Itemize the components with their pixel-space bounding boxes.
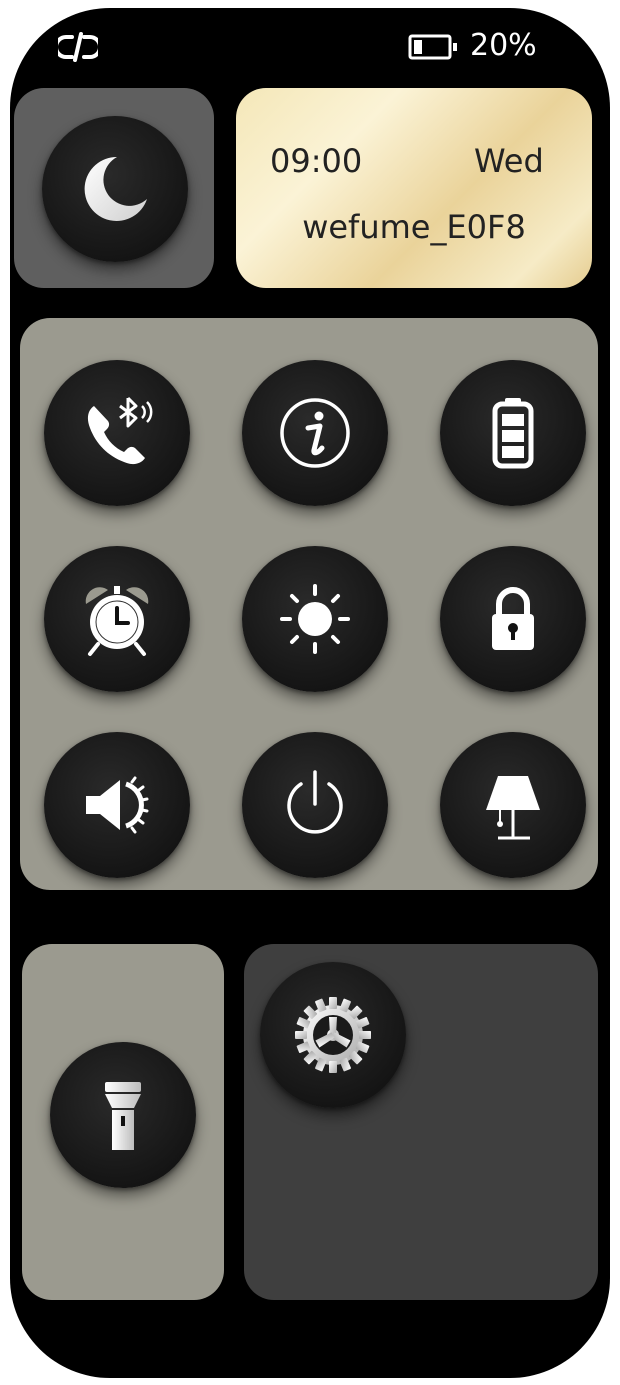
gear-icon (285, 987, 381, 1083)
lamp-icon (468, 760, 558, 850)
brightness-icon (270, 574, 360, 664)
battery-button[interactable] (440, 360, 586, 506)
clock-tile (236, 88, 592, 288)
lock-icon (468, 574, 558, 664)
clock-time: 09:00 (270, 142, 363, 180)
info-icon (270, 388, 360, 478)
flashlight-icon (78, 1070, 168, 1160)
brightness-button[interactable] (242, 546, 388, 692)
volume-button[interactable] (44, 732, 190, 878)
link-unlink-icon (54, 30, 102, 64)
lock-button[interactable] (440, 546, 586, 692)
lamp-button[interactable] (440, 732, 586, 878)
battery-full-icon (468, 388, 558, 478)
bluetooth-call-icon (72, 388, 162, 478)
night-mode-button[interactable] (42, 116, 188, 262)
power-icon (270, 760, 360, 850)
battery-percent: 20% (470, 28, 537, 63)
alarm-clock-icon (72, 574, 162, 664)
bluetooth-call-button[interactable] (44, 360, 190, 506)
alarm-button[interactable] (44, 546, 190, 692)
info-button[interactable] (242, 360, 388, 506)
flashlight-button[interactable] (50, 1042, 196, 1188)
power-button[interactable] (242, 732, 388, 878)
volume-settings-icon (72, 760, 162, 850)
settings-button[interactable] (260, 962, 406, 1108)
clock-day: Wed (474, 142, 544, 180)
moon-icon (77, 151, 153, 227)
device-name: wefume_E0F8 (302, 208, 526, 246)
battery-low-icon (408, 34, 458, 60)
